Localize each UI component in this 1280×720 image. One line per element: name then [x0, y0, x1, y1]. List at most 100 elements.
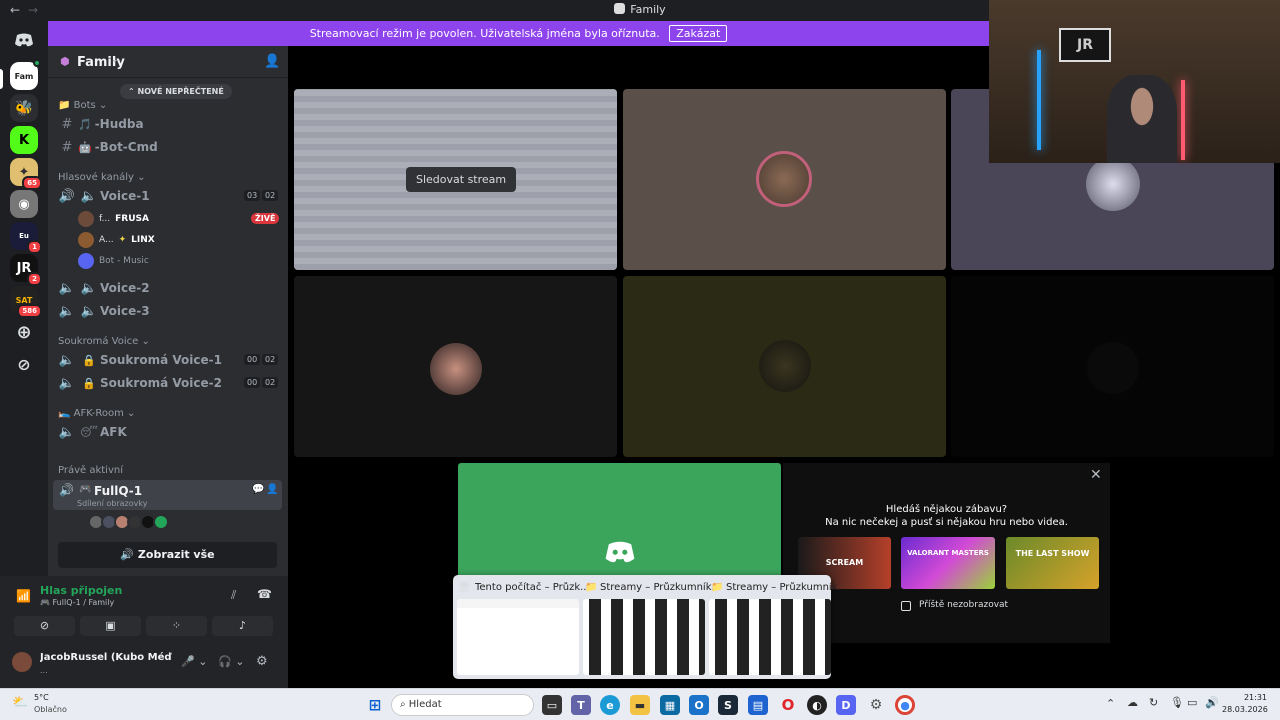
screen-share-button[interactable]: ▣ [80, 616, 141, 636]
cloud-icon[interactable]: ☁ [1127, 696, 1138, 709]
server-euphoria[interactable]: Eu 1 [10, 222, 42, 254]
speaker-icon: 🔈 [58, 375, 76, 391]
category-private[interactable]: Soukromá Voice ⌄ [58, 336, 150, 347]
window-thumbnail[interactable] [583, 599, 705, 675]
window-thumbnail[interactable] [457, 599, 579, 675]
weather-temp[interactable]: 5°C [34, 693, 49, 702]
participant-tile[interactable] [623, 276, 946, 457]
invite-user-icon[interactable]: 👤 [266, 484, 278, 495]
speaker-icon: 🔈 [80, 303, 98, 319]
soundboard-button[interactable]: ♪ [212, 616, 273, 636]
outlook-icon[interactable]: O [689, 695, 709, 715]
weather-desc[interactable]: Oblačno [34, 705, 67, 714]
voice-channel-voice2[interactable]: 🔈 🔈 Voice-2 [56, 277, 282, 299]
microphone-icon[interactable]: 🎙 [1170, 696, 1184, 709]
thumbnail-title[interactable]: Streamy – Průzkumník... [600, 582, 715, 593]
discord-home-icon[interactable] [10, 26, 38, 54]
watch-stream-button[interactable]: Sledovat stream [406, 167, 517, 192]
chat-icon[interactable]: 💬 [252, 484, 264, 495]
participant-tile[interactable] [951, 276, 1274, 457]
steam-icon[interactable]: S [718, 695, 738, 715]
thumbnail-title[interactable]: Tento počítač – Průzk... [475, 582, 590, 593]
category-afk[interactable]: 🛌 AFK-Room ⌄ [58, 408, 135, 419]
active-channel-row[interactable]: 🔊 🎮 FullQ-1 Sdílení obrazovky 💬 👤 [53, 480, 282, 510]
clock-time[interactable]: 21:31 [1229, 693, 1267, 702]
server-sat[interactable]: SAT 586 [10, 286, 42, 318]
channel-bot-cmd[interactable]: # 🤖 -Bot-Cmd [56, 136, 282, 158]
game-card-last-show[interactable]: THE LAST SHOW [1006, 537, 1099, 589]
show-all-button[interactable]: 🔊 Zobrazit vše [58, 542, 277, 568]
voice-channel-afk[interactable]: 🔈 😴 AFK [56, 421, 282, 443]
sync-icon[interactable]: ↻ [1149, 696, 1158, 709]
dont-show-checkbox[interactable] [901, 601, 911, 611]
start-button[interactable]: ⊞ [365, 695, 385, 715]
voice-status[interactable]: Hlas připojen [40, 584, 122, 597]
server-jr[interactable]: JR 2 [10, 254, 42, 286]
add-server-icon[interactable]: ⊕ [10, 318, 38, 346]
microphone-icon[interactable]: 🎤 ⌄ [181, 655, 207, 668]
window-thumbnail[interactable] [709, 599, 831, 675]
file-explorer-icon[interactable]: ▬ [630, 695, 650, 715]
avatar [1086, 157, 1140, 211]
participant-tile[interactable] [294, 276, 617, 457]
clock-date[interactable]: 28.03.2026 [1222, 705, 1268, 714]
category-bots[interactable]: 📁 Bots ⌄ [58, 100, 107, 111]
guild-header[interactable]: ⬢ Family ⌄ 👤 [48, 46, 288, 78]
edge-icon[interactable]: e [600, 695, 620, 715]
discover-icon[interactable]: ⊘ [10, 350, 38, 378]
camera-off-button[interactable]: ⊘ [14, 616, 75, 636]
taskbar-search[interactable]: ⌕ Hledat [391, 694, 534, 716]
stream-tile[interactable]: Sledovat stream [294, 89, 617, 270]
user-avatar[interactable] [12, 652, 32, 672]
speaker-icon: 🔈 [58, 303, 76, 319]
voice-member[interactable]: f... FRUSA [78, 209, 149, 229]
chevron-up-icon: ⌃ [128, 87, 138, 96]
teams-icon[interactable]: T [571, 695, 591, 715]
voice-channel-private1[interactable]: 🔈 🔒 Soukromá Voice-1 00 02 [56, 349, 282, 371]
app-icon[interactable]: ▤ [748, 695, 768, 715]
headphones-icon[interactable]: 🎧 ⌄ [218, 655, 244, 668]
disable-button[interactable]: Zakázat [669, 25, 728, 42]
game-card-valorant[interactable]: VALORANT MASTERS [901, 537, 995, 589]
thumbnail-title[interactable]: Streamy – Průzkumník... [726, 582, 841, 593]
server-5[interactable]: ◉ [10, 190, 38, 218]
activities-icon: ⁘ [171, 619, 182, 632]
opera-icon[interactable]: O [778, 695, 798, 715]
chevron-up-icon[interactable]: ⌃ [1106, 697, 1115, 710]
chrome-icon[interactable]: ● [895, 695, 915, 715]
network-icon[interactable]: ▭ [1187, 696, 1197, 709]
participant-tile[interactable] [623, 89, 946, 270]
invite-user-icon[interactable]: 👤 [264, 54, 280, 69]
discord-taskbar-icon[interactable]: D [836, 695, 856, 715]
avatar [153, 514, 169, 530]
app-icon[interactable]: ◐ [807, 695, 827, 715]
voice-channel-private2[interactable]: 🔈 🔒 Soukromá Voice-2 00 02 [56, 372, 282, 394]
voice-location[interactable]: 🎮 FullQ-1 / Family [40, 598, 114, 607]
noise-suppression-icon[interactable]: ⫽ [231, 588, 236, 603]
username[interactable]: JacobRussel (Kubo Méďo ... [40, 652, 172, 663]
channel-hudba[interactable]: # 🎵 -Hudba [56, 113, 282, 135]
category-voice[interactable]: Hlasové kanály ⌄ [58, 172, 145, 183]
activities-button[interactable]: ⁘ [146, 616, 207, 636]
avatar [759, 340, 811, 392]
disconnect-icon[interactable]: ☎ [257, 587, 272, 601]
voice-channel-voice3[interactable]: 🔈 🔈 Voice-3 [56, 300, 282, 322]
signal-icon[interactable]: 📶 [16, 589, 31, 603]
store-icon[interactable]: ▦ [660, 695, 680, 715]
settings-gear-icon[interactable]: ⚙ [256, 654, 268, 669]
task-view-icon[interactable]: ▭ [542, 695, 562, 715]
server-family[interactable]: Fam [10, 59, 41, 90]
volume-icon[interactable]: 🔊 [1205, 696, 1219, 709]
server-4[interactable]: ✦ 65 [10, 158, 42, 190]
voice-member[interactable]: A... ✦ LINX [78, 230, 155, 250]
server-bee[interactable]: 🐝 [10, 94, 38, 122]
voice-member[interactable]: Bot - Music [78, 251, 149, 271]
server-kick[interactable]: K [10, 126, 38, 154]
weather-icon[interactable]: ⛅ [12, 695, 28, 710]
streamer-mode-banner: Streamovací režim je povolen. Uživatelsk… [48, 21, 989, 46]
unread-pill[interactable]: ⌃ NOVÉ NEPŘEČTENÉ [120, 84, 232, 99]
settings-gear-icon[interactable]: ⚙ [866, 695, 886, 715]
folder-icon: 📁 [585, 582, 598, 593]
close-icon[interactable]: ✕ [1090, 467, 1102, 483]
voice-channel-voice1[interactable]: 🔊 🔈 Voice-1 03 02 [56, 185, 282, 207]
